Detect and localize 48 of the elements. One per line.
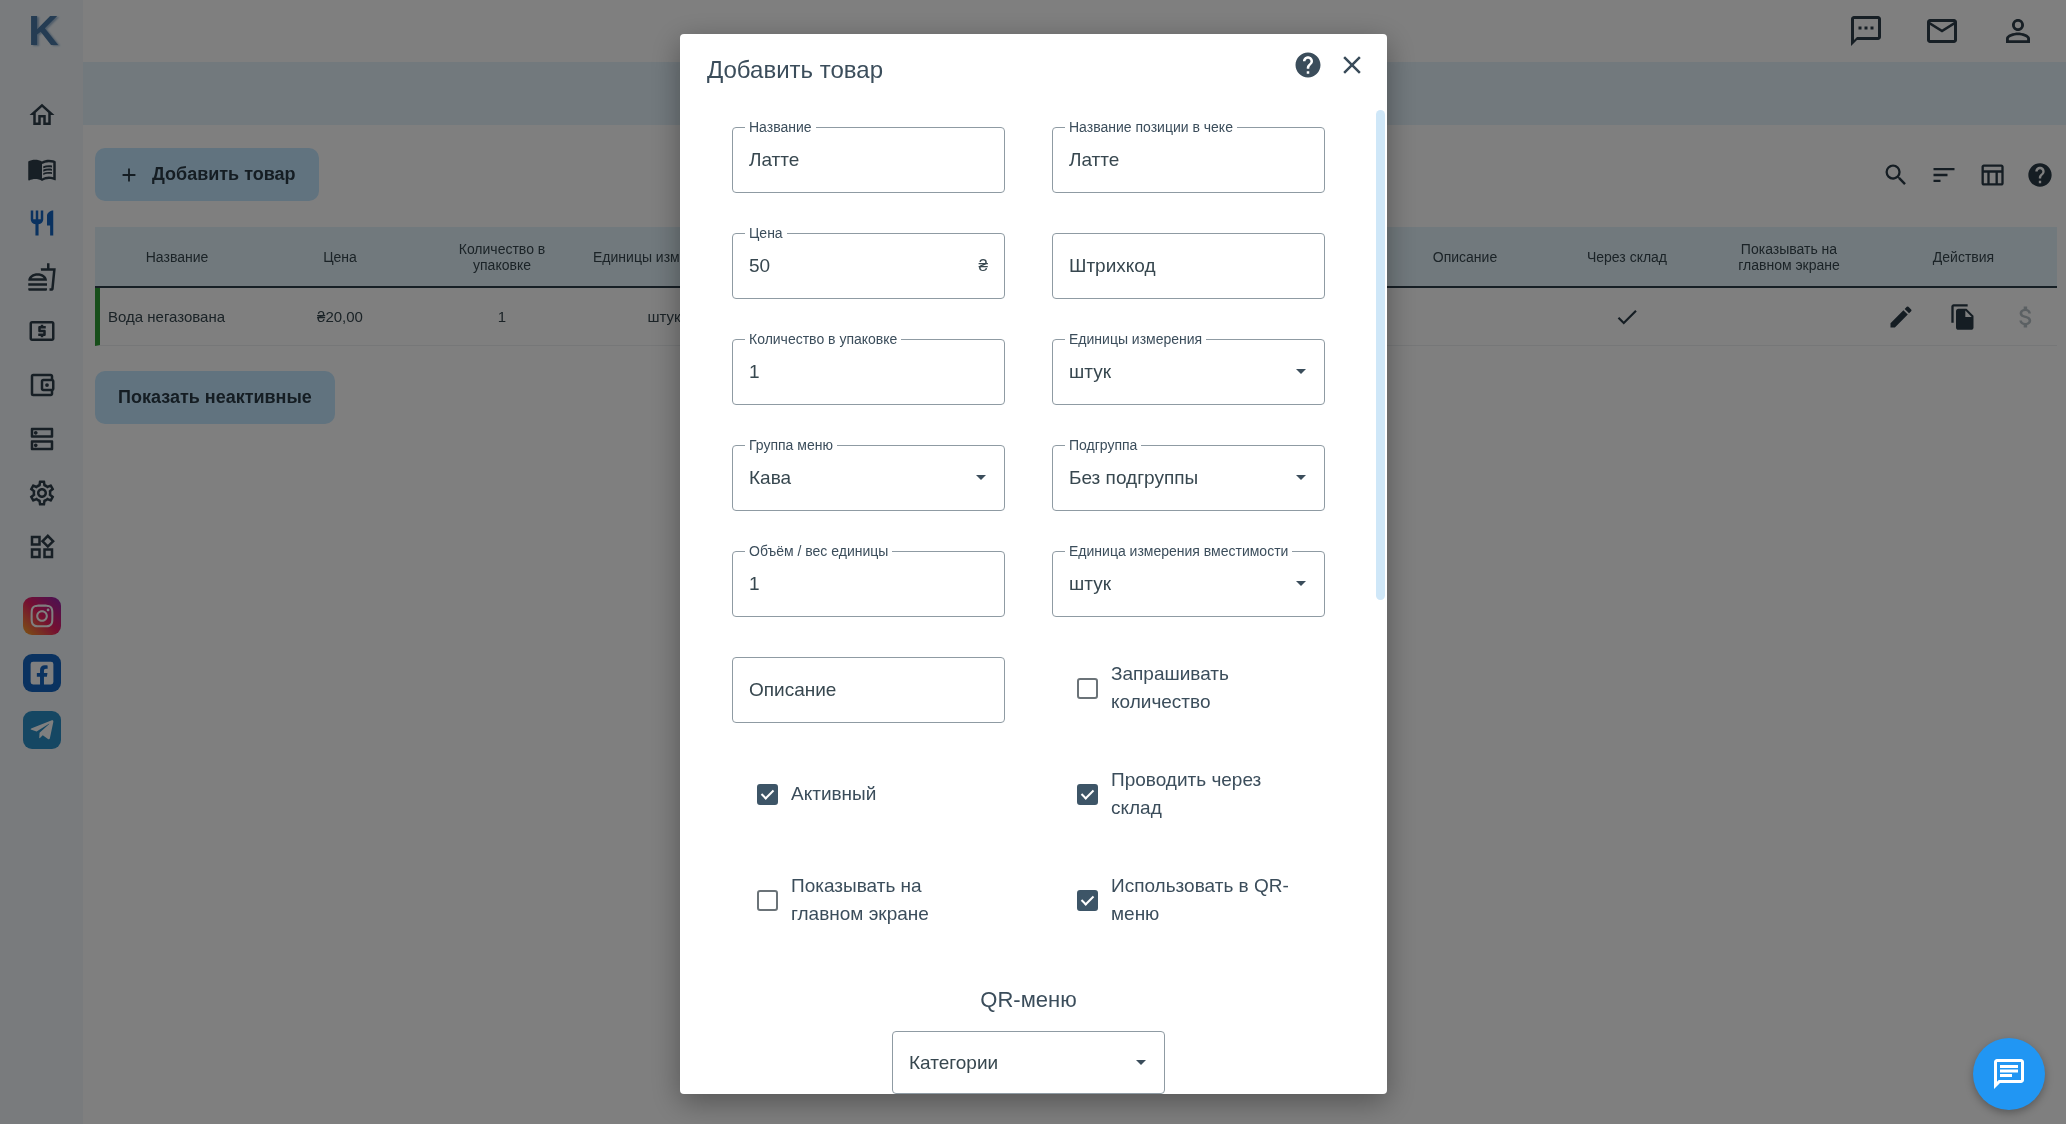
text-field[interactable]: Количество в упаковке 1 bbox=[732, 331, 1005, 406]
checkbox-label: Проводить через склад bbox=[1111, 768, 1263, 821]
column-header: Через склад bbox=[1546, 227, 1708, 288]
checkbox-label: Запрашивать количество bbox=[1111, 662, 1230, 715]
text-field[interactable]: Штрихкод bbox=[1052, 233, 1325, 300]
column-header: Название bbox=[95, 227, 259, 288]
checkbox[interactable] bbox=[1077, 783, 1098, 805]
checkbox-label: Активный bbox=[791, 782, 877, 807]
text-field[interactable]: Название Латте bbox=[732, 119, 1005, 194]
dropdown-arrow-icon bbox=[1136, 1060, 1146, 1066]
dropdown-arrow-icon bbox=[1296, 581, 1306, 587]
chat-bubble-icon bbox=[1991, 1056, 2027, 1092]
dropdown-arrow-icon bbox=[976, 475, 986, 481]
dropdown-arrow-icon bbox=[1296, 475, 1306, 481]
checkbox-label: Показывать на главном экране bbox=[791, 874, 930, 927]
select-field[interactable]: Категории bbox=[892, 1031, 1165, 1094]
table-cell: ₴20,00 bbox=[317, 308, 363, 325]
column-header: Показывать на главном экране bbox=[1708, 227, 1870, 288]
dialog-title: Добавить товар bbox=[707, 56, 884, 84]
checkbox[interactable] bbox=[1077, 677, 1098, 699]
table-cell: Вода негазована bbox=[108, 308, 226, 325]
text-field[interactable]: Объём / вес единицы 1 bbox=[732, 543, 1005, 618]
help-icon[interactable] bbox=[2026, 160, 2054, 189]
select-field[interactable]: Группа меню Кава bbox=[732, 437, 1005, 512]
column-header: Количество в упаковке bbox=[421, 227, 583, 288]
checkbox-label: Использовать в QR-меню bbox=[1111, 874, 1290, 927]
help-icon[interactable] bbox=[1293, 50, 1323, 80]
text-field[interactable]: Название позиции в чеке Латте bbox=[1052, 119, 1325, 194]
table-cell: 1 bbox=[497, 308, 507, 325]
dropdown-arrow-icon bbox=[1296, 369, 1306, 375]
checkbox[interactable] bbox=[757, 889, 778, 911]
select-field[interactable]: Подгруппа Без подгруппы bbox=[1052, 437, 1325, 512]
table-cell: штук bbox=[647, 308, 681, 325]
column-header: Действия bbox=[1870, 227, 2057, 288]
select-field[interactable]: Единицы измерения штук bbox=[1052, 331, 1325, 406]
paper-plane-icon[interactable] bbox=[22, 711, 61, 749]
select-field[interactable]: Единица измерения вместимости штук bbox=[1052, 543, 1325, 618]
checkbox[interactable] bbox=[757, 783, 778, 805]
camera-icon[interactable] bbox=[22, 597, 61, 635]
letter-f-icon[interactable] bbox=[22, 654, 61, 692]
text-field[interactable]: Описание bbox=[732, 657, 1005, 724]
chat-icon[interactable] bbox=[1848, 13, 1884, 49]
text-field[interactable]: Цена 50 ₴ bbox=[732, 225, 1005, 300]
checkbox[interactable] bbox=[1077, 889, 1098, 911]
scrollbar[interactable] bbox=[1376, 110, 1385, 600]
column-header: Описание bbox=[1384, 227, 1546, 288]
column-header: Цена bbox=[259, 227, 421, 288]
section-title: QR-меню bbox=[979, 987, 1078, 1014]
